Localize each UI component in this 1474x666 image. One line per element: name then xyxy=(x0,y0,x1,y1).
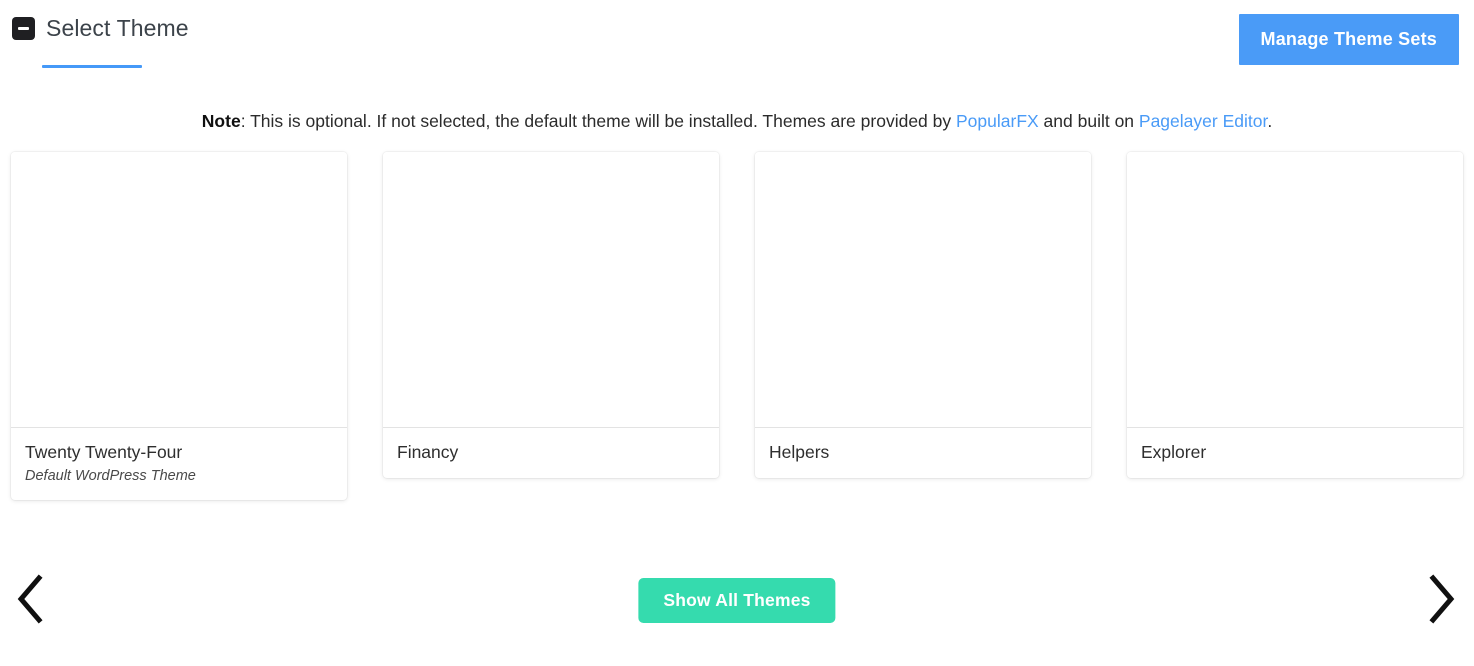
theme-card-list: Twenty Twenty-Four Default WordPress The… xyxy=(11,152,1463,500)
title-underline xyxy=(42,65,142,68)
theme-card[interactable]: Helpers xyxy=(755,152,1091,478)
theme-thumbnail xyxy=(383,152,719,428)
theme-title: Twenty Twenty-Four xyxy=(25,442,183,462)
theme-card-footer: Twenty Twenty-Four Default WordPress The… xyxy=(11,428,347,500)
chevron-left-icon[interactable] xyxy=(0,564,60,634)
note-text-part2: and built on xyxy=(1038,111,1139,131)
carousel-controls: Show All Themes xyxy=(0,550,1474,650)
section-header-left: Select Theme xyxy=(12,14,189,42)
theme-thumbnail xyxy=(1127,152,1463,428)
optional-note: Note: This is optional. If not selected,… xyxy=(0,108,1474,134)
section-header: Select Theme Manage Theme Sets xyxy=(0,0,1474,78)
show-all-themes-button[interactable]: Show All Themes xyxy=(638,578,836,623)
chevron-right-icon[interactable] xyxy=(1412,564,1472,634)
page-title: Select Theme xyxy=(46,15,189,41)
theme-subtitle: Default WordPress Theme xyxy=(25,468,196,484)
theme-title: Financy xyxy=(397,442,459,462)
note-text-part1: : This is optional. If not selected, the… xyxy=(240,111,956,131)
minus-bar xyxy=(18,26,29,30)
popularfx-link[interactable]: PopularFX xyxy=(956,111,1039,131)
minus-square-icon[interactable] xyxy=(12,16,35,40)
pagelayer-editor-link[interactable]: Pagelayer Editor xyxy=(1139,111,1267,131)
theme-card-footer: Financy xyxy=(383,428,719,478)
theme-thumbnail xyxy=(11,152,347,428)
theme-thumbnail xyxy=(755,152,1091,428)
theme-title: Explorer xyxy=(1141,442,1207,462)
theme-card[interactable]: Twenty Twenty-Four Default WordPress The… xyxy=(11,152,347,500)
theme-card[interactable]: Explorer xyxy=(1127,152,1463,478)
manage-theme-sets-button[interactable]: Manage Theme Sets xyxy=(1238,14,1459,65)
theme-title: Helpers xyxy=(769,442,830,462)
theme-card-footer: Explorer xyxy=(1127,428,1463,478)
theme-card-footer: Helpers xyxy=(755,428,1091,478)
theme-card[interactable]: Financy xyxy=(383,152,719,478)
note-label: Note xyxy=(201,111,241,131)
note-text-part3: . xyxy=(1267,111,1273,131)
